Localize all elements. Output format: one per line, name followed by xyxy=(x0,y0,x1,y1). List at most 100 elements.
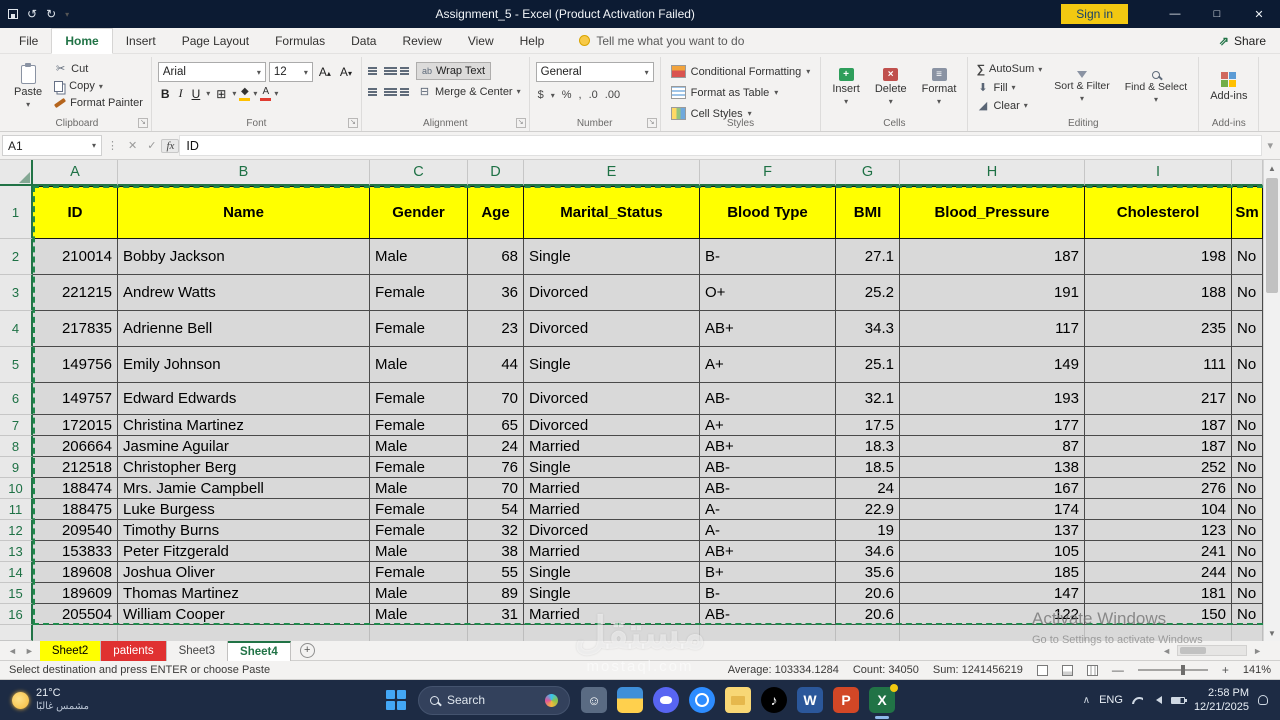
sort-filter-button[interactable]: Sort & Filter ▾ xyxy=(1049,59,1114,115)
font-color-button[interactable]: A xyxy=(260,86,272,101)
name-box[interactable]: A1 ▾ xyxy=(2,135,102,156)
tab-view[interactable]: View xyxy=(455,29,507,53)
column-header-G[interactable]: G xyxy=(836,160,900,186)
data-cell[interactable]: 68 xyxy=(468,239,524,275)
underline-button[interactable]: U xyxy=(189,87,204,101)
data-cell[interactable]: Divorced xyxy=(524,275,700,311)
data-cell[interactable]: 17.5 xyxy=(836,415,900,436)
taskbar-search[interactable]: Search xyxy=(418,685,570,715)
new-sheet-button[interactable]: + xyxy=(299,643,315,658)
data-cell[interactable]: AB- xyxy=(700,604,836,625)
bottom-align-icon[interactable] xyxy=(399,66,413,76)
data-cell[interactable]: 70 xyxy=(468,478,524,499)
data-cell[interactable]: Joshua Oliver xyxy=(118,562,370,583)
row-header-5[interactable]: 5 xyxy=(0,347,33,383)
data-cell[interactable] xyxy=(33,625,118,641)
data-cell[interactable]: Emily Johnson xyxy=(118,347,370,383)
data-cell[interactable]: Female xyxy=(370,520,468,541)
data-cell[interactable]: Christina Martinez xyxy=(118,415,370,436)
data-cell[interactable] xyxy=(524,625,700,641)
data-cell[interactable]: 34.3 xyxy=(836,311,900,347)
row-header-7[interactable]: 7 xyxy=(0,415,33,436)
data-cell[interactable]: No xyxy=(1232,347,1263,383)
data-cell[interactable] xyxy=(370,625,468,641)
data-cell[interactable]: No xyxy=(1232,520,1263,541)
volume-icon[interactable] xyxy=(1152,696,1162,704)
data-cell[interactable]: 188474 xyxy=(33,478,118,499)
data-cell[interactable]: 187 xyxy=(900,239,1085,275)
row-header-6[interactable]: 6 xyxy=(0,383,33,415)
data-cell[interactable]: 138 xyxy=(900,457,1085,478)
data-cell[interactable]: 20.6 xyxy=(836,583,900,604)
data-cell[interactable]: 150 xyxy=(1085,604,1232,625)
row-header-4[interactable]: 4 xyxy=(0,311,33,347)
data-cell[interactable]: 25.2 xyxy=(836,275,900,311)
data-cell[interactable]: Married xyxy=(524,436,700,457)
header-cell[interactable]: ID xyxy=(33,186,118,239)
middle-align-icon[interactable] xyxy=(383,66,397,76)
zoom-level[interactable]: 141% xyxy=(1243,664,1271,676)
data-cell[interactable]: Edward Edwards xyxy=(118,383,370,415)
data-cell[interactable]: Thomas Martinez xyxy=(118,583,370,604)
data-cell[interactable]: 187 xyxy=(1085,415,1232,436)
column-header-A[interactable]: A xyxy=(33,160,118,186)
data-cell[interactable]: AB+ xyxy=(700,436,836,457)
clipboard-dialog-launcher[interactable]: ↘ xyxy=(137,118,148,128)
font-dialog-launcher[interactable]: ↘ xyxy=(347,118,358,128)
data-cell[interactable]: Female xyxy=(370,415,468,436)
data-cell[interactable]: Male xyxy=(370,347,468,383)
shrink-font-button[interactable]: A▾ xyxy=(337,65,355,79)
data-cell[interactable]: 24 xyxy=(468,436,524,457)
insert-cells-button[interactable]: + Insert ▾ xyxy=(827,59,865,115)
horizontal-scrollbar[interactable] xyxy=(1177,645,1248,656)
data-cell[interactable]: 35.6 xyxy=(836,562,900,583)
data-cell[interactable] xyxy=(1085,625,1232,641)
weather-widget[interactable]: 21°C مشمس غالبًا xyxy=(0,680,101,720)
data-cell[interactable]: 44 xyxy=(468,347,524,383)
data-cell[interactable]: Female xyxy=(370,275,468,311)
column-header-I[interactable]: I xyxy=(1085,160,1232,186)
close-button[interactable]: ✕ xyxy=(1238,0,1280,28)
format-painter-button[interactable]: Format Painter xyxy=(52,96,145,110)
data-cell[interactable]: No xyxy=(1232,457,1263,478)
data-cell[interactable]: Divorced xyxy=(524,383,700,415)
data-cell[interactable]: Female xyxy=(370,457,468,478)
font-name-select[interactable]: Arial ▾ xyxy=(157,62,266,82)
sheet-nav-right-icon[interactable]: ► xyxy=(21,646,38,656)
data-cell[interactable]: 22.9 xyxy=(836,499,900,520)
data-cell[interactable]: 181 xyxy=(1085,583,1232,604)
data-cell[interactable]: Female xyxy=(370,562,468,583)
data-cell[interactable]: 191 xyxy=(900,275,1085,311)
addins-button[interactable]: Add-ins xyxy=(1205,59,1252,115)
data-cell[interactable]: 185 xyxy=(900,562,1085,583)
column-header-D[interactable]: D xyxy=(468,160,524,186)
sheet-tab-sheet2[interactable]: Sheet2 xyxy=(39,640,102,661)
data-cell[interactable]: 188 xyxy=(1085,275,1232,311)
header-cell[interactable]: Blood_Pressure xyxy=(900,186,1085,239)
page-layout-view-icon[interactable] xyxy=(1061,664,1073,676)
tab-home[interactable]: Home xyxy=(51,27,113,54)
row-header-2[interactable]: 2 xyxy=(0,239,33,275)
word-icon[interactable]: W xyxy=(797,687,823,713)
fill-color-button[interactable]: ◆ xyxy=(239,86,251,101)
data-cell[interactable]: Male xyxy=(370,604,468,625)
data-cell[interactable]: Male xyxy=(370,239,468,275)
data-cell[interactable]: 54 xyxy=(468,499,524,520)
header-cell[interactable]: Gender xyxy=(370,186,468,239)
data-cell[interactable]: 76 xyxy=(468,457,524,478)
data-cell[interactable]: 19 xyxy=(836,520,900,541)
data-cell[interactable]: 244 xyxy=(1085,562,1232,583)
percent-style-button[interactable]: % xyxy=(562,89,572,101)
clear-button[interactable]: ◢ Clear ▾ xyxy=(974,98,1044,113)
header-cell[interactable]: Cholesterol xyxy=(1085,186,1232,239)
data-cell[interactable]: 89 xyxy=(468,583,524,604)
data-cell[interactable]: Divorced xyxy=(524,415,700,436)
merge-center-button[interactable]: ⊟ Merge & Center ▾ xyxy=(416,84,523,99)
data-cell[interactable]: 18.3 xyxy=(836,436,900,457)
data-cell[interactable]: Single xyxy=(524,457,700,478)
comma-style-button[interactable]: , xyxy=(579,89,582,101)
tab-review[interactable]: Review xyxy=(389,29,454,53)
data-cell[interactable]: Andrew Watts xyxy=(118,275,370,311)
sheet-nav-left-icon[interactable]: ◄ xyxy=(4,646,21,656)
data-cell[interactable]: 25.1 xyxy=(836,347,900,383)
